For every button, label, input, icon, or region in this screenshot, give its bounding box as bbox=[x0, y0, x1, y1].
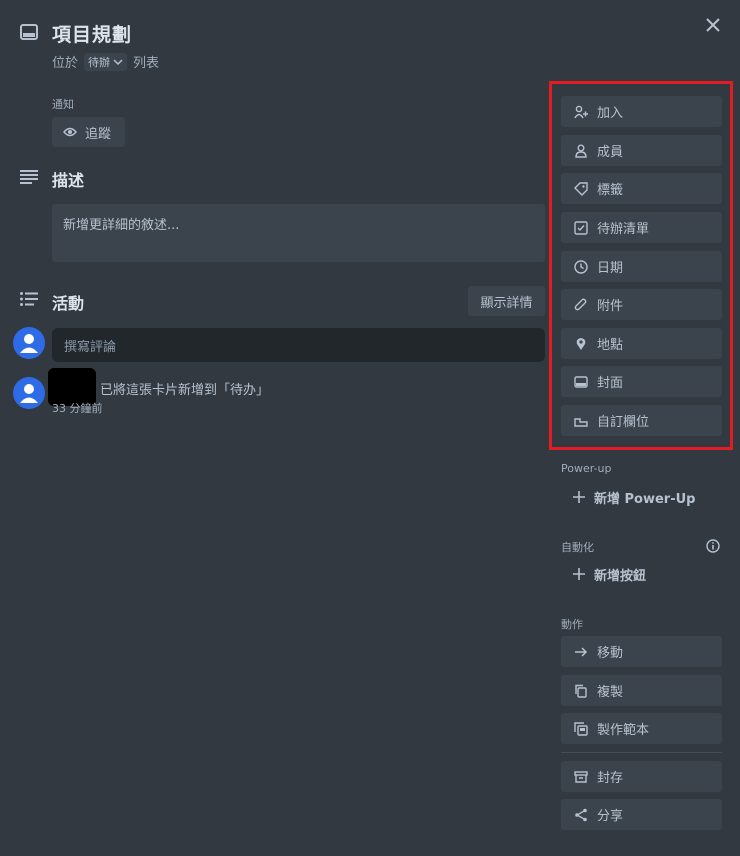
show-details-button[interactable]: 顯示詳情 bbox=[468, 286, 545, 316]
activity-icon bbox=[20, 292, 38, 306]
list-suffix: 列表 bbox=[133, 56, 160, 71]
highlight-annotation bbox=[549, 81, 733, 450]
plus-icon bbox=[572, 567, 586, 581]
sidebar-divider bbox=[561, 752, 722, 753]
description-heading: 描述 bbox=[52, 171, 85, 190]
add-button-label: 新增按鈕 bbox=[594, 568, 647, 584]
share-button[interactable]: 分享 bbox=[561, 799, 722, 830]
archive-button[interactable]: 封存 bbox=[561, 761, 722, 792]
chevron-down-icon bbox=[113, 58, 123, 66]
comment-input[interactable]: 撰寫評論 bbox=[52, 328, 545, 362]
notifications-label: 通知 bbox=[52, 98, 74, 111]
info-icon[interactable] bbox=[706, 539, 720, 553]
watch-button[interactable]: 追蹤 bbox=[52, 117, 125, 147]
make-template-button[interactable]: 製作範本 bbox=[561, 713, 722, 744]
plus-icon bbox=[572, 490, 586, 504]
card-title[interactable]: 項目規劃 bbox=[52, 20, 132, 47]
actions-section-label: 動作 bbox=[561, 618, 583, 631]
activity-heading: 活動 bbox=[52, 294, 85, 313]
close-icon bbox=[705, 17, 721, 33]
list-select[interactable]: 待辦 bbox=[84, 52, 128, 71]
add-powerup-button[interactable]: 新增 Power-Up bbox=[561, 482, 722, 512]
copy-icon bbox=[574, 684, 588, 698]
arrow-right-icon bbox=[574, 645, 588, 659]
avatar[interactable] bbox=[13, 327, 45, 359]
activity-entry-time[interactable]: 33 分鐘前 bbox=[52, 400, 103, 416]
share-icon bbox=[574, 808, 588, 822]
move-label: 移動 bbox=[597, 646, 624, 661]
close-button[interactable] bbox=[700, 12, 726, 38]
list-name: 待辦 bbox=[88, 55, 111, 69]
share-label: 分享 bbox=[597, 809, 624, 824]
move-button[interactable]: 移動 bbox=[561, 636, 722, 667]
archive-icon bbox=[574, 770, 588, 784]
eye-icon bbox=[63, 127, 77, 137]
watch-label: 追蹤 bbox=[85, 126, 112, 142]
copy-button[interactable]: 複製 bbox=[561, 675, 722, 706]
list-prefix: 位於 bbox=[52, 56, 79, 71]
powerup-section-label: Power-up bbox=[561, 462, 612, 475]
activity-entry-text: 已將這張卡片新增到「待办」 bbox=[100, 383, 270, 398]
description-icon bbox=[20, 170, 38, 184]
automation-section-label: 自動化 bbox=[561, 541, 594, 554]
archive-label: 封存 bbox=[597, 771, 624, 786]
template-icon bbox=[574, 721, 588, 736]
make-template-label: 製作範本 bbox=[597, 723, 650, 738]
add-powerup-label: 新增 Power-Up bbox=[594, 491, 696, 507]
copy-label: 複製 bbox=[597, 685, 624, 700]
add-button-automation[interactable]: 新增按鈕 bbox=[561, 559, 722, 589]
list-location: 位於 待辦 列表 bbox=[52, 52, 159, 71]
avatar[interactable] bbox=[13, 377, 45, 409]
card-icon bbox=[20, 24, 38, 40]
description-input[interactable]: 新增更詳細的敘述... bbox=[52, 204, 545, 262]
